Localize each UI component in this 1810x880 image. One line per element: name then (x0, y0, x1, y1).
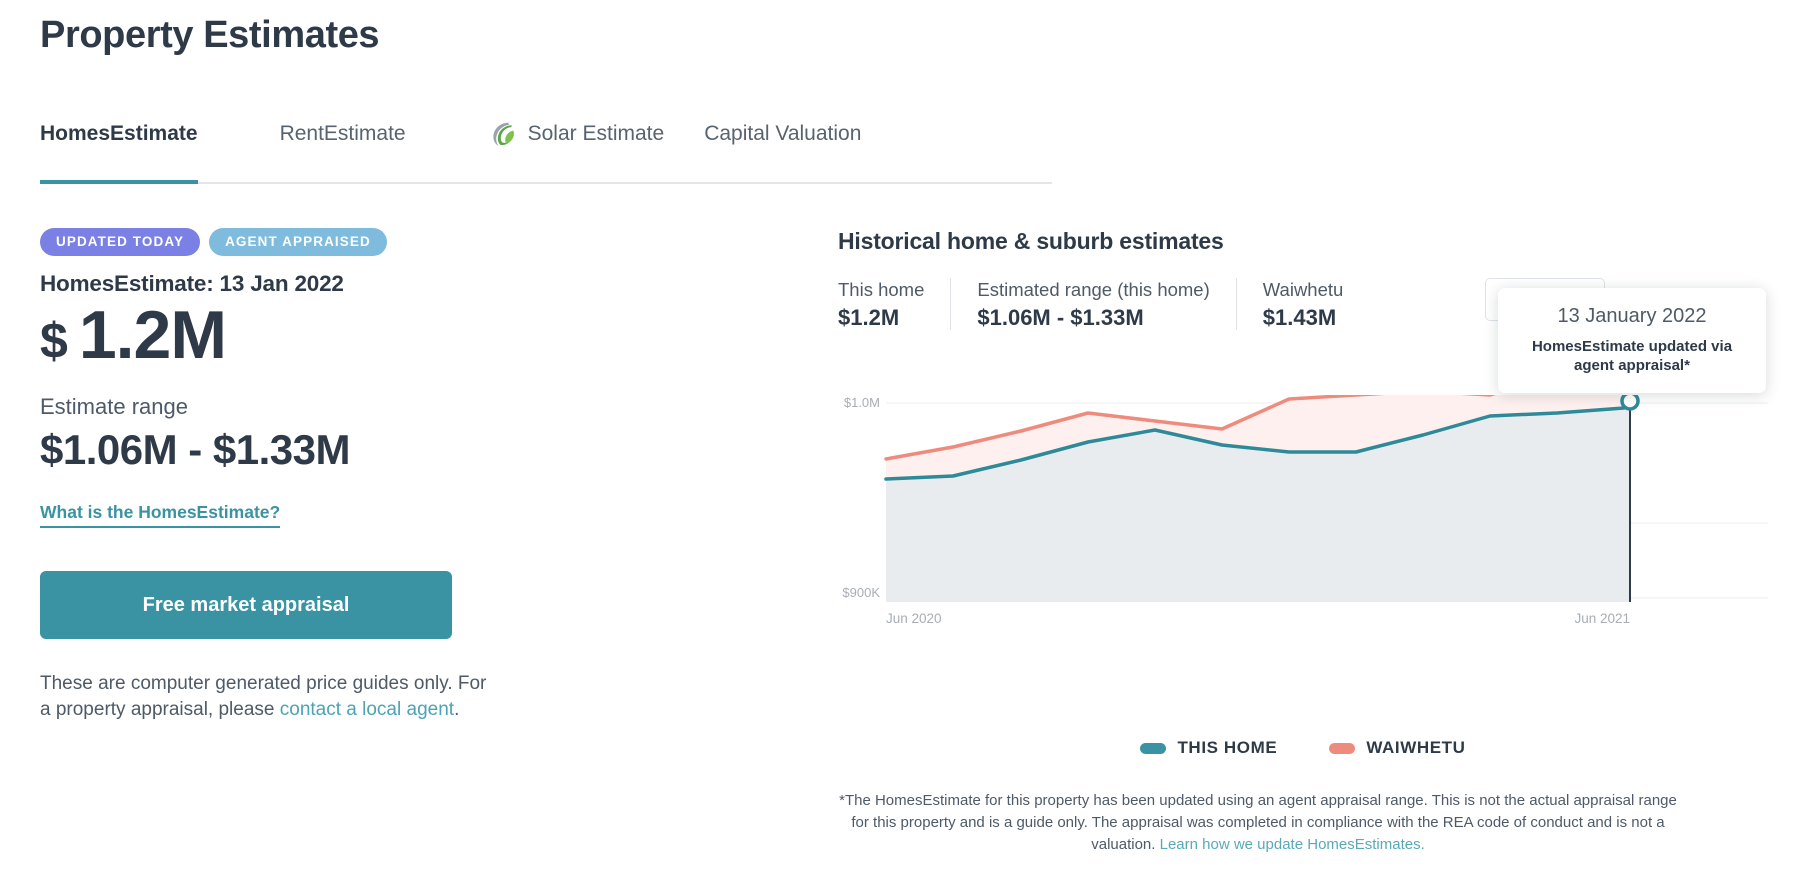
free-market-appraisal-button[interactable]: Free market appraisal (40, 571, 452, 639)
stat-suburb-waiwhetu: Waiwhetu $1.43M (1236, 278, 1370, 330)
legend-item-waiwhetu[interactable]: WAIWHETU (1329, 738, 1465, 758)
y-tick-1m: $1.0M (844, 395, 880, 410)
y-tick-900k: $900K (842, 585, 880, 600)
tab-capital-valuation[interactable]: Capital Valuation (704, 118, 861, 182)
estimate-summary-panel: UPDATED TODAY AGENT APPRAISED HomesEstim… (40, 228, 660, 723)
stat-value: $1.43M (1263, 305, 1344, 331)
status-badge-agent-appraised: AGENT APPRAISED (209, 228, 387, 256)
legend-item-this-home[interactable]: THIS HOME (1140, 738, 1277, 758)
solar-swirl-icon (488, 118, 518, 150)
page-title: Property Estimates (40, 14, 379, 57)
legend-swatch-icon (1329, 743, 1355, 754)
stat-label: Estimated range (this home) (977, 278, 1209, 303)
legend-label: WAIWHETU (1366, 738, 1465, 758)
tooltip-date: 13 January 2022 (1514, 305, 1750, 328)
status-badges: UPDATED TODAY AGENT APPRAISED (40, 228, 660, 256)
stat-estimated-range: Estimated range (this home) $1.06M - $1.… (950, 278, 1235, 330)
what-is-homesestimate-link[interactable]: What is the HomesEstimate? (40, 502, 280, 528)
tab-label: Solar Estimate (528, 118, 665, 150)
tab-rentestimate[interactable]: RentEstimate (280, 118, 406, 182)
tab-solar-estimate[interactable]: Solar Estimate (488, 118, 665, 182)
estimate-amount: 1.2M (79, 299, 226, 372)
estimate-tabs: HomesEstimate RentEstimate Solar Estimat… (40, 118, 1052, 184)
tab-label: Capital Valuation (704, 118, 861, 150)
tab-label: HomesEstimate (40, 118, 198, 150)
estimate-range-value: $1.06M - $1.33M (40, 426, 660, 474)
learn-how-we-update-link[interactable]: Learn how we update HomesEstimates. (1160, 836, 1425, 853)
currency-symbol: $ (40, 314, 67, 368)
this-home-last-point-marker[interactable] (1622, 395, 1638, 409)
chart-annotation-tooltip: 13 January 2022 HomesEstimate updated vi… (1498, 288, 1766, 393)
chart-title: Historical home & suburb estimates (838, 228, 1768, 255)
tooltip-description: HomesEstimate updated via agent appraisa… (1514, 337, 1750, 375)
disclaimer-text-part-2: . (454, 699, 459, 720)
legend-label: THIS HOME (1177, 738, 1277, 758)
tab-label: RentEstimate (280, 118, 406, 150)
x-tick-start: Jun 2020 (886, 611, 942, 626)
estimate-disclaimer: These are computer generated price guide… (40, 671, 490, 723)
stat-label: Waiwhetu (1263, 278, 1344, 303)
stat-label: This home (838, 278, 924, 303)
tab-homesestimate[interactable]: HomesEstimate (40, 118, 198, 182)
estimate-range-label: Estimate range (40, 394, 660, 420)
chart-svg: $1.0M $900K Jun 2020 Jun 2021 (838, 395, 1768, 715)
contact-local-agent-link[interactable]: contact a local agent (280, 699, 454, 720)
legend-swatch-icon (1140, 743, 1166, 754)
homesestimate-heading: HomesEstimate: 13 Jan 2022 (40, 271, 660, 297)
property-estimates-page: Property Estimates HomesEstimate RentEst… (0, 0, 1810, 880)
chart-legend: THIS HOME WAIWHETU (838, 738, 1768, 758)
historical-estimates-chart: $1.0M $900K Jun 2020 Jun 2021 (838, 395, 1768, 715)
x-tick-end: Jun 2021 (1574, 611, 1630, 626)
stat-this-home: This home $1.2M (838, 278, 950, 330)
status-badge-updated-today: UPDATED TODAY (40, 228, 200, 256)
stat-value: $1.2M (838, 305, 924, 331)
stat-value: $1.06M - $1.33M (977, 305, 1209, 331)
chart-footnote: *The HomesEstimate for this property has… (838, 790, 1678, 855)
homesestimate-value: $ 1.2M (40, 299, 660, 372)
